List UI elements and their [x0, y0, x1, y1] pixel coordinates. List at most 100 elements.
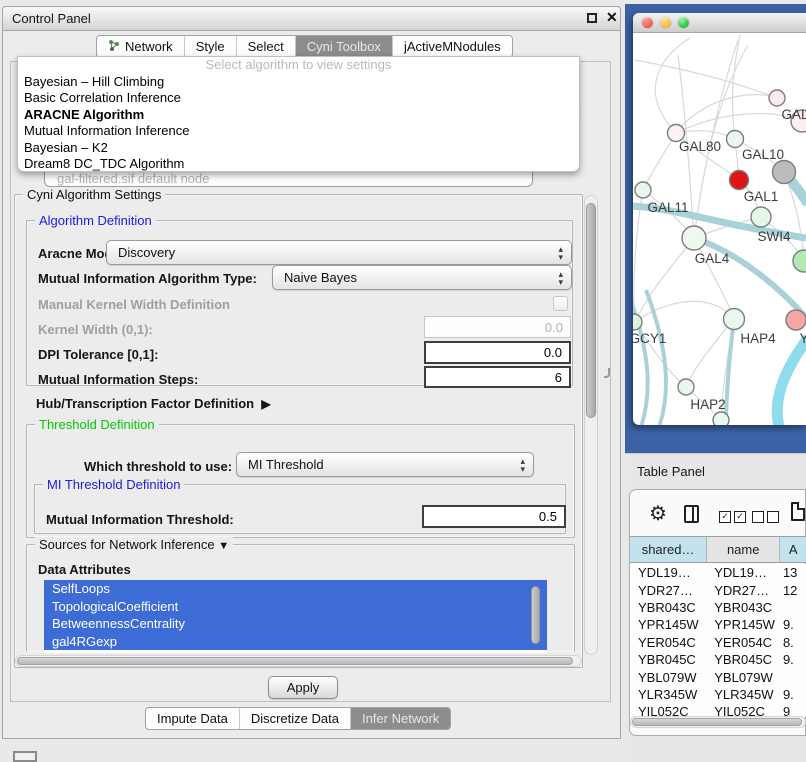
table-body: YDL19…YDL19…13YDR27…YDR27…12YBR043CYBR04… [630, 564, 806, 716]
table-horizontal-scrollbar[interactable] [630, 716, 806, 728]
settings-horizontal-scrollbar[interactable] [15, 655, 582, 667]
which-threshold-combo[interactable]: MI Threshold ▴▾ [236, 452, 534, 477]
apply-button[interactable]: Apply [268, 676, 338, 699]
table-row[interactable]: YBR045CYBR045C9. [630, 651, 806, 668]
network-node[interactable] [635, 182, 651, 198]
table-row[interactable]: YLR345WYLR345W9. [630, 686, 806, 703]
tab-infer-network[interactable]: Infer Network [351, 708, 450, 729]
tab-impute-data[interactable]: Impute Data [146, 708, 240, 729]
algorithm-option[interactable]: Bayesian – K2 [18, 140, 579, 157]
sources-title[interactable]: Sources for Network Inference ▼ [35, 537, 233, 552]
gear-icon[interactable]: ⚙ [649, 504, 667, 524]
hub-definition-toggle[interactable]: Hub/Transcription Factor Definition ▶ [36, 396, 271, 411]
minimize-traffic-light-icon[interactable] [660, 17, 671, 28]
settings-vscroll-thumb[interactable] [586, 203, 596, 418]
combo-arrows-icon: ▴▾ [558, 270, 563, 286]
attributes-list-scrollbar[interactable] [531, 586, 540, 644]
data-attribute-item[interactable]: BetweennessCentrality [44, 615, 547, 633]
network-window-titlebar[interactable] [633, 13, 806, 33]
network-node[interactable] [751, 207, 771, 227]
network-node[interactable] [730, 171, 749, 190]
tab-cyni-toolbox[interactable]: Cyni Toolbox [296, 36, 393, 57]
network-node[interactable] [769, 90, 785, 106]
table-panel-title: Table Panel [637, 464, 705, 479]
float-window-icon[interactable] [587, 13, 597, 23]
settings-hscroll-thumb[interactable] [17, 657, 573, 665]
algorithm-option[interactable]: Mutual Information Inference [18, 123, 579, 140]
table-row[interactable]: YBL079WYBL079W [630, 668, 806, 685]
combo-arrows-icon: ▴▾ [558, 245, 563, 261]
file-icon[interactable] [791, 502, 805, 521]
deselect-all-columns-icon[interactable] [752, 511, 779, 523]
mi-steps-field[interactable]: 6 [424, 366, 571, 388]
tab-network[interactable]: Network [97, 36, 185, 57]
table-cell: YDL19… [706, 565, 779, 580]
tab-style[interactable]: Style [185, 36, 237, 57]
kernel-width-label: Kernel Width (0,1): [38, 322, 153, 337]
table-cell: YDL19… [630, 565, 706, 580]
algorithm-option[interactable]: Dream8 DC_TDC Algorithm [18, 156, 579, 172]
network-node[interactable] [727, 131, 744, 148]
network-canvas[interactable]: GALGAL80GAL10GAL11GAL1SWI4GAL4GCY1HAP4YH… [633, 32, 806, 425]
dpi-tolerance-label: DPI Tolerance [0,1]: [38, 347, 158, 362]
minimized-panel-icon[interactable] [13, 751, 37, 762]
columns-icon[interactable] [684, 505, 699, 523]
algorithm-option[interactable]: Bayesian – Hill Climbing [18, 74, 579, 91]
hidden-combo-box[interactable]: gal-filtered.sif default node [44, 170, 533, 187]
network-node-label: GCY1 [633, 331, 666, 346]
manual-kernel-label: Manual Kernel Width Definition [38, 297, 230, 312]
cyni-settings-title: Cyni Algorithm Settings [23, 187, 165, 202]
tab-select[interactable]: Select [237, 36, 296, 57]
combo-arrows-icon: ▴▾ [520, 457, 525, 473]
algorithm-list: Bayesian – Hill ClimbingBasic Correlatio… [18, 74, 579, 173]
network-node[interactable] [786, 310, 806, 330]
table-cell: 8. [779, 635, 806, 650]
table-row[interactable]: YER054CYER054C8. [630, 634, 806, 651]
network-node[interactable] [682, 226, 706, 250]
hidden-combo-text: gal-filtered.sif default node [57, 171, 532, 186]
control-panel-titlebar[interactable] [2, 6, 621, 31]
settings-vertical-scrollbar[interactable] [584, 195, 598, 655]
splitter-handle-icon[interactable] [604, 368, 610, 378]
mi-type-combo[interactable]: Naive Bayes ▴▾ [272, 265, 572, 290]
select-all-columns-icon[interactable]: ✓✓ [719, 511, 746, 523]
zoom-traffic-light-icon[interactable] [678, 17, 689, 28]
network-node-label: GAL4 [695, 251, 730, 266]
algorithm-option[interactable]: Basic Correlation Inference [18, 90, 579, 107]
kernel-width-field[interactable]: 0.0 [424, 316, 571, 338]
dropdown-placeholder: Select algorithm to view settings [18, 57, 579, 74]
table-cell: YBR043C [630, 600, 706, 615]
application-root: Control Panel ✕ Network Style Select Cyn… [0, 0, 806, 762]
table-cell: 9. [779, 652, 806, 667]
table-row[interactable]: YPR145WYPR145W9. [630, 616, 806, 633]
close-traffic-light-icon[interactable] [642, 17, 653, 28]
table-row[interactable]: YBR043CYBR043C [630, 599, 806, 616]
data-attribute-item[interactable]: gal4RGexp [44, 633, 547, 651]
manual-kernel-checkbox[interactable] [553, 296, 568, 311]
dpi-tolerance-field[interactable]: 0.0 [424, 341, 571, 364]
network-node[interactable] [713, 412, 729, 425]
table-hscroll-thumb[interactable] [632, 718, 802, 726]
network-node[interactable] [633, 314, 642, 330]
aracne-mode-combo[interactable]: Discovery ▴▾ [106, 240, 572, 265]
column-header-name[interactable]: name [707, 536, 780, 563]
tab-jactivemnodules[interactable]: jActiveMNodules [393, 36, 512, 57]
network-node-label: GAL11 [647, 200, 688, 215]
network-node[interactable] [678, 379, 694, 395]
data-attribute-item[interactable]: SelfLoops [44, 580, 547, 598]
column-header-shared-name[interactable]: shared… [630, 536, 707, 563]
close-icon[interactable]: ✕ [606, 9, 618, 26]
network-node-label: GAL1 [744, 189, 779, 204]
mi-threshold-field[interactable]: 0.5 [422, 505, 566, 528]
network-node[interactable] [724, 309, 745, 330]
table-row[interactable]: YIL052CYIL052C9 [630, 703, 806, 716]
column-header-third[interactable]: A [780, 536, 806, 563]
tab-discretize-data[interactable]: Discretize Data [240, 708, 351, 729]
table-row[interactable]: YDL19…YDL19…13 [630, 564, 806, 581]
network-node[interactable] [773, 161, 796, 184]
algorithm-option[interactable]: ARACNE Algorithm [18, 107, 579, 124]
data-attribute-item[interactable]: TopologicalCoefficient [44, 598, 547, 616]
table-row[interactable]: YDR27…YDR27…12 [630, 581, 806, 598]
network-node[interactable] [793, 250, 806, 272]
algorithm-definition-title: Algorithm Definition [35, 213, 156, 228]
